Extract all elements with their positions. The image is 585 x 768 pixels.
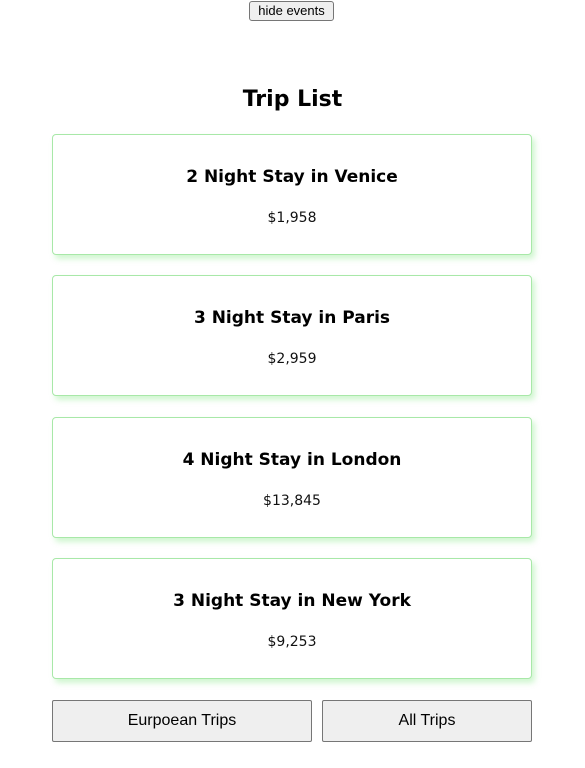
all-trips-button[interactable]: All Trips xyxy=(322,700,532,742)
trip-name: 2 Night Stay in Venice xyxy=(186,167,398,187)
trip-card: 3 Night Stay in Paris $2,959 xyxy=(52,275,532,396)
trip-name: 3 Night Stay in New York xyxy=(173,591,411,611)
trip-price: $9,253 xyxy=(267,634,317,650)
trip-price: $1,958 xyxy=(267,210,317,226)
hide-events-button[interactable]: hide events xyxy=(249,1,334,21)
trip-name: 4 Night Stay in London xyxy=(182,450,402,470)
trip-card: 3 Night Stay in New York $9,253 xyxy=(52,558,532,679)
european-trips-button[interactable]: Eurpoean Trips xyxy=(52,700,312,742)
trip-price: $2,959 xyxy=(267,351,317,367)
page-title: Trip List xyxy=(242,87,343,112)
trip-price: $13,845 xyxy=(263,493,321,509)
trip-name: 3 Night Stay in Paris xyxy=(193,308,391,328)
trip-card: 2 Night Stay in Venice $1,958 xyxy=(52,134,532,255)
trip-card: 4 Night Stay in London $13,845 xyxy=(52,417,532,538)
